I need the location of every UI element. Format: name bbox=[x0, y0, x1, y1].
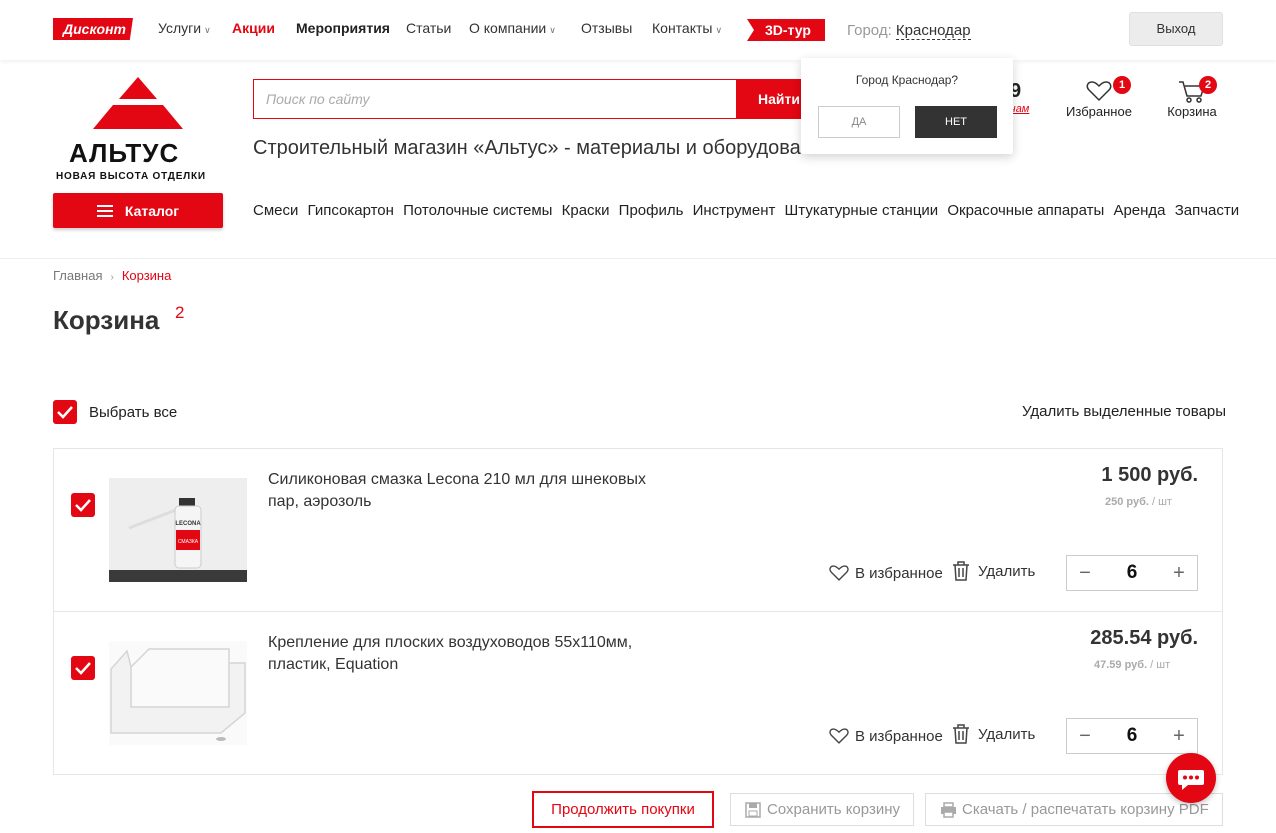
bracket-image bbox=[109, 641, 247, 745]
qty-input[interactable]: 6 bbox=[1103, 556, 1161, 590]
discount-link[interactable]: Дисконт bbox=[53, 18, 133, 40]
cart-count-badge: 2 bbox=[1199, 76, 1217, 94]
item-checkbox[interactable] bbox=[71, 656, 95, 680]
breadcrumb-home[interactable]: Главная bbox=[53, 268, 102, 283]
favorites-count-badge: 1 bbox=[1113, 76, 1131, 94]
category-profile[interactable]: Профиль bbox=[619, 202, 684, 219]
catalog-button[interactable]: Каталог bbox=[53, 193, 223, 228]
nav-reviews[interactable]: Отзывы bbox=[581, 20, 632, 36]
item-unit-price: 47.59 руб. / шт bbox=[1094, 659, 1171, 671]
quantity-stepper[interactable]: − 6 + bbox=[1066, 555, 1198, 591]
logout-button[interactable]: Выход bbox=[1129, 12, 1223, 46]
catalog-label: Каталог bbox=[124, 202, 180, 219]
qty-increase-button[interactable]: + bbox=[1161, 556, 1197, 590]
product-name-link[interactable]: Силиконовая смазка Lecona 210 мл для шне… bbox=[268, 469, 668, 513]
favorites-label: Избранное bbox=[1066, 104, 1132, 119]
item-total-price: 1 500 руб. bbox=[1101, 464, 1198, 486]
page-title-count: 2 bbox=[175, 303, 185, 322]
aerosol-can-image: LECONA СМАЗКА bbox=[109, 478, 247, 582]
cart-item-divider bbox=[54, 611, 1222, 612]
city-label: Город: bbox=[847, 22, 892, 39]
trash-icon bbox=[953, 561, 969, 581]
category-sprayers[interactable]: Окрасочные аппараты bbox=[947, 202, 1104, 219]
nav-contacts-label: Контакты bbox=[652, 20, 713, 36]
3d-tour-link[interactable]: 3D-тур bbox=[747, 19, 825, 41]
heart-icon bbox=[1086, 81, 1112, 102]
city-confirm-popup: Город Краснодар? ДА НЕТ bbox=[801, 58, 1013, 154]
logo-name: АЛЬТУС bbox=[69, 138, 180, 168]
qty-decrease-button[interactable]: − bbox=[1067, 719, 1103, 753]
logo-mark-icon bbox=[93, 77, 183, 129]
header-divider bbox=[0, 258, 1276, 259]
svg-text:СМАЗКА: СМАЗКА bbox=[178, 539, 199, 545]
continue-shopping-button[interactable]: Продолжить покупки bbox=[532, 791, 714, 828]
category-parts[interactable]: Запчасти bbox=[1175, 202, 1239, 219]
city-value: Краснодар bbox=[895, 22, 971, 40]
city-yes-button[interactable]: ДА bbox=[818, 106, 900, 138]
chevron-down-icon: ∨ bbox=[715, 25, 723, 35]
category-mixes[interactable]: Смеси bbox=[253, 202, 298, 219]
category-nav: Смеси Гипсокартон Потолочные системы Кра… bbox=[253, 202, 1239, 219]
qty-input[interactable]: 6 bbox=[1103, 719, 1161, 753]
nav-articles[interactable]: Статьи bbox=[406, 20, 451, 36]
printer-icon bbox=[941, 802, 956, 818]
product-name-link[interactable]: Крепление для плоских воздуховодов 55х11… bbox=[268, 632, 668, 676]
nav-about[interactable]: О компании ∨ bbox=[469, 20, 556, 36]
nav-promotions[interactable]: Акции bbox=[232, 20, 275, 36]
city-no-button[interactable]: НЕТ bbox=[915, 106, 997, 138]
chevron-right-icon: › bbox=[110, 272, 114, 283]
logo-tagline: НОВАЯ ВЫСОТА ОТДЕЛКИ bbox=[56, 171, 206, 182]
category-paints[interactable]: Краски bbox=[562, 202, 610, 219]
add-to-favorites-button[interactable]: В избранное bbox=[829, 564, 943, 582]
item-total-price: 285.54 руб. bbox=[1090, 627, 1198, 649]
city-selector[interactable]: Город: Краснодар bbox=[847, 22, 971, 40]
heart-icon bbox=[829, 728, 849, 744]
save-cart-button[interactable]: Сохранить корзину bbox=[730, 793, 914, 826]
select-all-checkbox[interactable] bbox=[53, 400, 77, 424]
cart-label: Корзина bbox=[1167, 104, 1217, 119]
nav-services-label: Услуги bbox=[158, 20, 202, 36]
select-all-label[interactable]: Выбрать все bbox=[89, 404, 177, 421]
category-drywall[interactable]: Гипсокартон bbox=[308, 202, 394, 219]
item-unit-price: 250 руб. / шт bbox=[1105, 496, 1172, 508]
nav-about-label: О компании bbox=[469, 20, 547, 36]
svg-text:LECONA: LECONA bbox=[175, 521, 201, 527]
category-ceilings[interactable]: Потолочные системы bbox=[403, 202, 552, 219]
checkmark-icon bbox=[57, 406, 73, 419]
quantity-stepper[interactable]: − 6 + bbox=[1066, 718, 1198, 754]
category-rent[interactable]: Аренда bbox=[1113, 202, 1165, 219]
chat-bubble-icon bbox=[1178, 770, 1204, 790]
store-title: Строительный магазин «Альтус» - материал… bbox=[253, 137, 835, 159]
nav-events[interactable]: Мероприятия bbox=[296, 20, 390, 36]
delete-item-button[interactable]: Удалить bbox=[952, 724, 1035, 744]
search-input[interactable]: Поиск по сайту bbox=[253, 79, 737, 119]
chevron-down-icon: ∨ bbox=[549, 25, 556, 35]
category-plaster-stations[interactable]: Штукатурные станции bbox=[785, 202, 939, 219]
item-checkbox[interactable] bbox=[71, 493, 95, 517]
checkmark-icon bbox=[75, 499, 91, 512]
delete-selected-button[interactable]: Удалить выделенные товары bbox=[1022, 403, 1226, 420]
city-question: Город Краснодар? bbox=[855, 73, 959, 87]
qty-decrease-button[interactable]: − bbox=[1067, 556, 1103, 590]
save-icon bbox=[745, 802, 761, 818]
heart-icon bbox=[829, 565, 849, 581]
chat-button[interactable] bbox=[1166, 753, 1216, 803]
breadcrumb: Главная › Корзина bbox=[53, 268, 171, 283]
trash-icon bbox=[953, 724, 969, 744]
category-tools[interactable]: Инструмент bbox=[693, 202, 776, 219]
product-image[interactable]: LECONA СМАЗКА bbox=[109, 478, 247, 582]
product-image[interactable] bbox=[109, 641, 247, 745]
breadcrumb-current: Корзина bbox=[121, 268, 172, 283]
page-title: Корзина bbox=[53, 305, 160, 335]
logo[interactable]: АЛЬТУС НОВАЯ ВЫСОТА ОТДЕЛКИ bbox=[53, 75, 223, 185]
nav-contacts[interactable]: Контакты ∨ bbox=[652, 20, 722, 36]
menu-icon bbox=[96, 204, 113, 217]
qty-increase-button[interactable]: + bbox=[1161, 719, 1197, 753]
checkmark-icon bbox=[75, 662, 91, 675]
delete-item-button[interactable]: Удалить bbox=[952, 561, 1035, 581]
chevron-down-icon: ∨ bbox=[204, 25, 211, 35]
top-bar: Дисконт Услуги ∨ Акции Мероприятия Статьи… bbox=[0, 0, 1276, 60]
add-to-favorites-button[interactable]: В избранное bbox=[829, 727, 943, 745]
nav-services[interactable]: Услуги ∨ bbox=[158, 20, 211, 36]
